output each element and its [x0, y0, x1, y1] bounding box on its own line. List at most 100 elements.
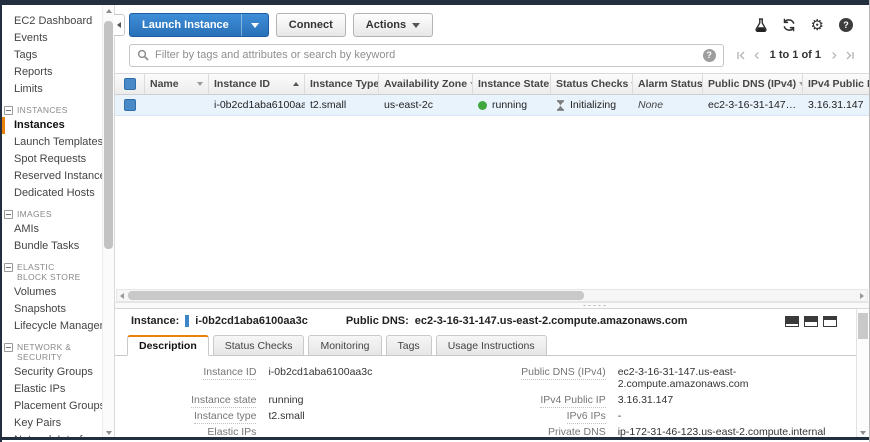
details-panel: Instance: i-0b2cd1aba6100aa3c Public DNS… [115, 309, 869, 439]
column-label: IPv4 Public IP [808, 78, 869, 90]
sidebar-section-network-security[interactable]: NETWORK & SECURITY [4, 342, 102, 362]
scroll-down-icon[interactable] [106, 431, 112, 435]
collapse-minus-icon[interactable] [4, 210, 13, 219]
sidebar-item-lifecycle-manager[interactable]: Lifecycle Manager [2, 318, 102, 335]
sidebar-section-instances[interactable]: INSTANCES [4, 105, 102, 115]
first-page-button[interactable] [736, 51, 746, 60]
last-page-button[interactable] [845, 51, 855, 60]
sidebar-item-elastic-ips[interactable]: Elastic IPs [2, 381, 102, 398]
filter-search-box[interactable]: ? [129, 44, 724, 67]
horizontal-scrollbar-thumb[interactable] [128, 291, 584, 300]
tab-description[interactable]: Description [127, 335, 209, 356]
details-scrollbar-thumb[interactable] [858, 313, 868, 339]
refresh-icon[interactable] [782, 18, 796, 32]
pane-layout-bottom-icon[interactable] [823, 316, 837, 327]
sidebar-item-events[interactable]: Events [2, 30, 102, 47]
settings-gear-icon[interactable]: ⚙ [811, 18, 824, 32]
pagination-range: 1 to 1 of 1 [770, 49, 821, 61]
sidebar-scrollbar[interactable] [102, 5, 115, 439]
connect-button[interactable]: Connect [276, 13, 346, 37]
column-header-alarm-status[interactable]: Alarm Status [633, 74, 703, 94]
column-header-instance-type[interactable]: Instance Type [305, 74, 379, 94]
section-label: NETWORK & SECURITY [17, 342, 83, 362]
cell-public-dns: ec2-3-16-31-147.us-ea... [703, 95, 803, 115]
filter-help-icon[interactable]: ? [703, 49, 716, 62]
sidebar-item-security-groups[interactable]: Security Groups [2, 364, 102, 381]
next-page-button[interactable] [830, 51, 838, 60]
sort-asc-icon [293, 82, 299, 86]
sidebar-item-snapshots[interactable]: Snapshots [2, 301, 102, 318]
prev-page-button[interactable] [753, 51, 761, 60]
column-header-status-checks[interactable]: Status Checks [551, 74, 633, 94]
pane-layout-split-icon[interactable] [804, 316, 818, 327]
details-instance-id: i-0b2cd1aba6100aa3c [195, 315, 308, 327]
filter-input[interactable] [155, 49, 703, 61]
scroll-up-icon[interactable] [106, 9, 112, 13]
actions-button[interactable]: Actions [353, 13, 433, 37]
column-header-availability-zone[interactable]: Availability Zone [379, 74, 473, 94]
description-tab-content: Instance ID i-0b2cd1aba6100aa3c Public D… [115, 356, 869, 439]
sidebar-item-placement-groups[interactable]: Placement Groups [2, 398, 102, 415]
sidebar-item-instances[interactable]: Instances [2, 117, 102, 134]
column-label: Availability Zone [384, 78, 467, 90]
panel-resize-splitter[interactable] [115, 302, 869, 309]
splitter-grip-icon[interactable] [582, 304, 608, 308]
details-tabs: Description Status Checks Monitoring Tag… [115, 333, 869, 356]
help-icon[interactable]: ? [839, 18, 853, 32]
cell-alarm-status: None [633, 95, 703, 115]
column-header-ipv4-public-ip[interactable]: IPv4 Public IP [803, 74, 869, 94]
collapse-minus-icon[interactable] [4, 263, 13, 272]
field-value-instance-id: i-0b2cd1aba6100aa3c [268, 364, 458, 392]
cell-status-checks: Initializing [551, 95, 633, 115]
tab-monitoring[interactable]: Monitoring [308, 335, 381, 356]
scroll-right-icon[interactable] [860, 293, 864, 299]
collapse-minus-icon[interactable] [4, 106, 13, 115]
sidebar-section-images[interactable]: IMAGES [4, 209, 102, 219]
section-label: ELASTIC BLOCK STORE [17, 262, 83, 282]
public-dns-text: ec2-3-16-31-147.us-ea... [708, 95, 798, 115]
sidebar-item-bundle-tasks[interactable]: Bundle Tasks [2, 238, 102, 255]
sidebar-scrollbar-thumb[interactable] [104, 21, 113, 249]
row-checkbox[interactable] [124, 99, 136, 111]
launch-instance-dropdown[interactable] [241, 14, 268, 36]
collapse-minus-icon[interactable] [4, 343, 13, 352]
sidebar-section-elastic-block-store[interactable]: ELASTIC BLOCK STORE [4, 262, 102, 282]
sidebar-item-spot-requests[interactable]: Spot Requests [2, 151, 102, 168]
instance-table-row[interactable]: i-0b2cd1aba6100aa3c t2.small us-east-2c … [115, 95, 869, 116]
sidebar-item-tags[interactable]: Tags [2, 47, 102, 64]
column-label: Alarm Status [638, 78, 703, 90]
column-header-name[interactable]: Name [145, 74, 209, 94]
sidebar-item-reserved-instances[interactable]: Reserved Instances [2, 168, 102, 185]
column-header-instance-state[interactable]: Instance State [473, 74, 551, 94]
field-label: Instance state [115, 392, 268, 408]
pane-layout-full-icon[interactable] [785, 316, 799, 327]
sidebar-item-key-pairs[interactable]: Key Pairs [2, 415, 102, 432]
sidebar-item-amis[interactable]: AMIs [2, 221, 102, 238]
public-dns-label: Public DNS: [346, 315, 409, 327]
scroll-down-icon[interactable] [860, 431, 866, 435]
sidebar-collapse-button[interactable] [114, 14, 125, 36]
tab-status-checks[interactable]: Status Checks [213, 335, 305, 356]
sidebar-item-launch-templates[interactable]: Launch Templates [2, 134, 102, 151]
horizontal-scrollbar[interactable] [116, 289, 868, 302]
column-header-public-dns[interactable]: Public DNS (IPv4) [703, 74, 803, 94]
column-header-instance-id[interactable]: Instance ID [209, 74, 305, 94]
sidebar-item-ec2-dashboard[interactable]: EC2 Dashboard [2, 13, 102, 30]
instance-label: Instance: [131, 315, 179, 327]
details-scrollbar[interactable] [856, 309, 869, 439]
tab-tags[interactable]: Tags [386, 335, 432, 356]
sidebar-item-limits[interactable]: Limits [2, 81, 102, 98]
chevron-down-icon [412, 23, 420, 28]
sidebar-item-volumes[interactable]: Volumes [2, 284, 102, 301]
sidebar-item-dedicated-hosts[interactable]: Dedicated Hosts [2, 185, 102, 202]
select-all-checkbox[interactable] [124, 78, 136, 90]
experiments-flask-icon[interactable] [755, 18, 767, 32]
launch-instance-button[interactable]: Launch Instance [129, 13, 269, 37]
field-label: Instance ID [115, 364, 268, 392]
tab-usage-instructions[interactable]: Usage Instructions [436, 335, 547, 356]
status-checks-text: Initializing [570, 99, 616, 111]
horizontal-scrollbar-track[interactable] [124, 291, 860, 300]
details-public-dns: ec2-3-16-31-147.us-east-2.compute.amazon… [415, 315, 688, 327]
alarm-bell-icon[interactable] [703, 100, 710, 111]
sidebar-item-reports[interactable]: Reports [2, 64, 102, 81]
